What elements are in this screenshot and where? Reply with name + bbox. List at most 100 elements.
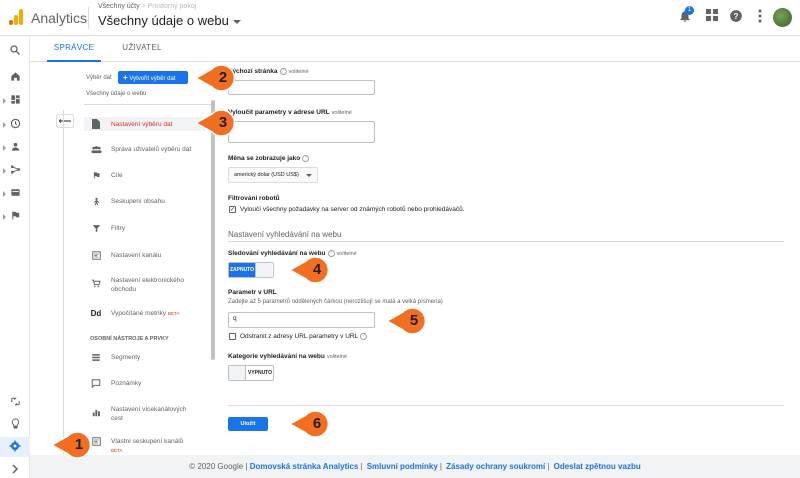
home-icon[interactable] (8, 71, 22, 85)
strip-param-checkbox[interactable] (229, 333, 236, 340)
default-page-label: Výchozí stránka? volitelné (228, 68, 309, 76)
apps-grid-icon[interactable] (704, 9, 720, 25)
menu-item-calculated-metrics[interactable]: Dd Vypočítané metriky BETA (84, 309, 209, 321)
person-icon[interactable] (8, 141, 22, 155)
callout-number: 1 (74, 436, 84, 453)
url-param-input[interactable]: q (228, 312, 375, 328)
view-title: Všechny údaje o webu (98, 13, 229, 28)
lightbulb-icon[interactable] (8, 418, 22, 432)
help-icon[interactable]: ? (302, 155, 310, 162)
toggle-knob (255, 263, 272, 277)
footer-link-analytics-home[interactable]: Domovská stránka Analytics (250, 462, 359, 471)
menu-item-label: Cíle (111, 172, 123, 179)
exclude-params-textarea[interactable] (228, 121, 375, 143)
currency-value: americký dolar (USD US$) (234, 172, 299, 178)
expand-arrow-icon[interactable] (3, 168, 6, 174)
toggle-on-label: ZAPNUTO (229, 263, 255, 277)
filter-icon (90, 224, 102, 235)
expand-arrow-icon[interactable] (3, 191, 6, 197)
column-divider (84, 104, 214, 105)
menu-item-filters[interactable]: Filtry (84, 224, 209, 236)
create-view-button[interactable]: + Vytvořit výběr dat (118, 71, 188, 84)
menu-item-ecommerce-settings[interactable]: Nastavení elektronického obchodu (84, 276, 209, 298)
admin-tabs: SPRÁVCE UŽIVATEL (30, 36, 800, 62)
search-icon[interactable] (8, 44, 22, 58)
site-search-category-label: Kategorie vyhledávání na webu volitelné (228, 353, 347, 360)
menu-item-multichannel-settings[interactable]: Nastavení vícekanálových cest (84, 405, 209, 427)
footer-link-terms[interactable]: Smluvní podmínky (367, 462, 438, 471)
gear-icon[interactable] (8, 440, 22, 454)
menu-item-custom-channel-grouping[interactable]: Vlastní seskupení kanálů BETA (84, 437, 209, 455)
section-divider (228, 241, 784, 242)
back-arrow-icon[interactable]: ⟵ (56, 114, 74, 128)
tab-uzivatel[interactable]: UŽIVATEL (122, 36, 162, 62)
menu-item-user-management[interactable]: Správa uživatelů výběru dat (84, 145, 209, 157)
document-icon (90, 119, 102, 131)
channel-icon (90, 251, 102, 262)
menu-item-label: Nastavení elektronického (111, 277, 184, 284)
menu-item-label: Nastavení výběru dat (111, 121, 173, 128)
view-selector[interactable]: Všechny údaje o webu (98, 13, 241, 28)
analytics-logo-icon[interactable] (9, 9, 23, 25)
dashboard-icon[interactable] (8, 94, 22, 108)
personal-tools-heading: OSOBNÍ NÁSTROJE A PRVKY (90, 336, 169, 342)
help-icon[interactable]: ? (360, 333, 368, 340)
expand-arrow-icon[interactable] (3, 145, 6, 151)
clock-icon[interactable] (8, 118, 22, 132)
default-page-input[interactable] (228, 80, 375, 95)
menu-item-annotations[interactable]: Poznámky (84, 379, 209, 391)
menu-item-goals[interactable]: Cíle (84, 171, 209, 183)
site-search-category-toggle[interactable]: VYPNUTO (228, 365, 274, 381)
bot-filter-checkbox[interactable]: ✓ (229, 206, 236, 213)
menu-item-view-settings[interactable]: Nastavení výběru dat (84, 117, 209, 131)
menu-item-label: Segmenty (111, 354, 141, 361)
expand-arrow-icon[interactable] (3, 214, 6, 220)
menu-item-label: Nastavení vícekanálových (111, 406, 187, 413)
flag-icon[interactable] (8, 210, 22, 224)
attribution-icon[interactable] (8, 396, 22, 410)
menu-item-label: Vypočítané metriky BETA (111, 310, 180, 317)
toggle-knob (229, 366, 246, 380)
segments-icon (90, 353, 102, 364)
save-button[interactable]: Uložit (228, 417, 268, 431)
view-selector-label: Výběr dat (86, 75, 112, 81)
help-icon[interactable]: ? (279, 68, 287, 75)
tab-spravce[interactable]: SPRÁVCE (47, 36, 101, 62)
beta-badge: BETA (111, 448, 123, 453)
currency-label: Měna se zobrazuje jako? (228, 155, 310, 162)
account-path[interactable]: Všechny účty > Prostorný pokoj (98, 3, 196, 10)
optional-label: volitelné (288, 69, 309, 76)
optional-label: volitelné (326, 354, 347, 360)
dd-icon: Dd (90, 309, 102, 318)
callout-number: 3 (218, 114, 228, 131)
menu-item-segments[interactable]: Segmenty (84, 353, 209, 365)
chevron-right-icon[interactable] (8, 464, 22, 478)
plus-icon: + (123, 73, 128, 82)
admin-column-scrollbar[interactable] (211, 100, 215, 360)
help-icon[interactable]: ? (728, 9, 744, 25)
site-search-tracking-toggle[interactable]: ZAPNUTO (228, 262, 274, 278)
callout-number: 5 (409, 312, 419, 329)
footer-link-privacy[interactable]: Zásady ochrany soukromí (446, 462, 545, 471)
callout-number: 6 (312, 415, 322, 432)
menu-item-content-grouping[interactable]: Seskupení obsahu (84, 197, 209, 209)
app-header: Analytics Všechny účty > Prostorný pokoj… (0, 0, 800, 36)
callout-number: 4 (312, 261, 322, 278)
behavior-icon[interactable] (8, 187, 22, 201)
expand-arrow-icon[interactable] (3, 98, 6, 104)
strip-param-text: Odstranit z adresy URL parametry v URL? (240, 333, 368, 340)
avatar[interactable] (773, 8, 792, 27)
acquisition-icon[interactable] (8, 164, 22, 178)
menu-item-channel-settings[interactable]: Nastavení kanálu (84, 251, 209, 263)
callout-3: 3 (196, 108, 236, 138)
svg-text:?: ? (734, 12, 739, 21)
copyright-text: © 2020 Google | (189, 462, 248, 471)
view-name-dropdown[interactable]: Všechny údaje o webu (86, 91, 146, 97)
currency-select[interactable]: americký dolar (USD US$) (228, 167, 318, 183)
footer-link-feedback[interactable]: Odeslat zpětnou vazbu (554, 462, 641, 471)
url-param-label: Parametr v URL (228, 289, 277, 296)
expand-arrow-icon[interactable] (3, 122, 6, 128)
users-icon (90, 145, 102, 156)
more-vert-icon[interactable] (752, 9, 768, 25)
header-divider (88, 7, 89, 29)
